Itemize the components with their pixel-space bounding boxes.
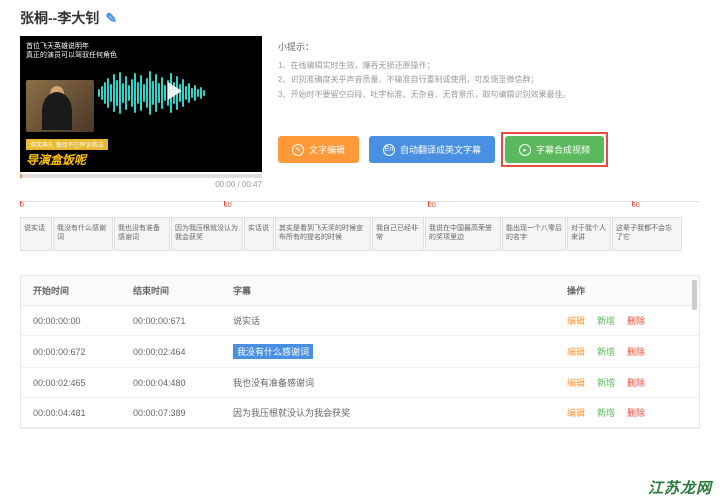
- video-overlay-text: 首位飞天英雄说明年 真正的演员可以驾驭任何角色: [26, 42, 117, 60]
- segment[interactable]: 我也没有准备感谢词: [114, 217, 170, 251]
- segment[interactable]: 能出现一个八零后的名字: [502, 217, 566, 251]
- segment[interactable]: 这辈子我都不会忘了它: [612, 217, 682, 251]
- highlight-box: ▸ 字幕合成视频: [501, 132, 608, 167]
- globe-icon: En: [383, 144, 395, 156]
- video-player[interactable]: 首位飞天英雄说明年 真正的演员可以驾驭任何角色 颁奖典礼 激动不已怀念杨洁 导演…: [20, 36, 262, 172]
- add-link[interactable]: 新增: [597, 345, 615, 358]
- segment[interactable]: 我自己已经非常: [372, 217, 424, 251]
- segment[interactable]: 我没有什么感谢词: [53, 217, 113, 251]
- table-row[interactable]: 00:00:02:465 00:00:04:480 我也没有准备感谢词 编辑新增…: [21, 368, 699, 398]
- play-icon[interactable]: [168, 82, 182, 100]
- delete-link[interactable]: 删除: [627, 406, 645, 419]
- play-icon: ▸: [519, 144, 531, 156]
- delete-link[interactable]: 删除: [627, 376, 645, 389]
- segment[interactable]: 说实话: [20, 217, 52, 251]
- table-row[interactable]: 00:00:04:481 00:00:07:389 因为我压根就没认为我会获奖 …: [21, 398, 699, 428]
- progress-bar[interactable]: [20, 174, 262, 178]
- add-link[interactable]: 新增: [597, 314, 615, 327]
- segment[interactable]: 我说在中国最高荣誉的奖项里边: [425, 217, 501, 251]
- edit-link[interactable]: 编辑: [567, 376, 585, 389]
- selected-subtitle: 我没有什么感谢词: [233, 344, 313, 359]
- title-text: 张桐--李大钊: [20, 8, 99, 28]
- watermark: 江苏龙网: [648, 477, 712, 498]
- page-title: 张桐--李大钊 ✎: [20, 8, 700, 28]
- video-banner: 颁奖典礼 激动不已怀念杨洁: [26, 139, 108, 150]
- text-edit-button[interactable]: ✎ 文字编辑: [278, 136, 359, 163]
- segment[interactable]: 对于我个人来讲: [567, 217, 611, 251]
- delete-link[interactable]: 删除: [627, 345, 645, 358]
- translate-button[interactable]: En 自动翻译成英文字幕: [369, 136, 495, 163]
- delete-link[interactable]: 删除: [627, 314, 645, 327]
- edit-link[interactable]: 编辑: [567, 406, 585, 419]
- segment[interactable]: 其实是看到飞天奖的时候宣布所有的提名的时候: [275, 217, 371, 251]
- hints-list: 1、在线编辑实时生效，爆吞无损还原操作； 2、识别准确度关乎声音质量、不输准自行…: [278, 59, 700, 102]
- segment-strip[interactable]: 说实话 我没有什么感谢词 我也没有准备感谢词 因为我压根就没认为我会获奖 实话说…: [20, 217, 700, 251]
- compose-button[interactable]: ▸ 字幕合成视频: [505, 136, 604, 163]
- segment[interactable]: 实话说: [244, 217, 274, 251]
- segment[interactable]: 因为我压根就没认为我会获奖: [171, 217, 243, 251]
- hints-title: 小提示：: [278, 40, 700, 53]
- timeline-ruler[interactable]: 0 10 20 30: [20, 201, 700, 215]
- edit-title-icon[interactable]: ✎: [105, 10, 117, 27]
- video-caption: 导演盒饭呢: [26, 151, 86, 168]
- pencil-icon: ✎: [292, 144, 304, 156]
- edit-link[interactable]: 编辑: [567, 314, 585, 327]
- scrollbar[interactable]: [692, 280, 697, 310]
- subtitle-table: 开始时间 结束时间 字幕 操作 00:00:00:00 00:00:00:671…: [20, 275, 700, 429]
- table-row[interactable]: 00:00:00:672 00:00:02:464 我没有什么感谢词 编辑新增删…: [21, 336, 699, 368]
- add-link[interactable]: 新增: [597, 376, 615, 389]
- add-link[interactable]: 新增: [597, 406, 615, 419]
- table-row[interactable]: 00:00:00:00 00:00:00:671 说实话 编辑新增删除: [21, 306, 699, 336]
- edit-link[interactable]: 编辑: [567, 345, 585, 358]
- video-time: 00:00 / 00:47: [20, 180, 262, 189]
- table-header: 开始时间 结束时间 字幕 操作: [21, 276, 699, 306]
